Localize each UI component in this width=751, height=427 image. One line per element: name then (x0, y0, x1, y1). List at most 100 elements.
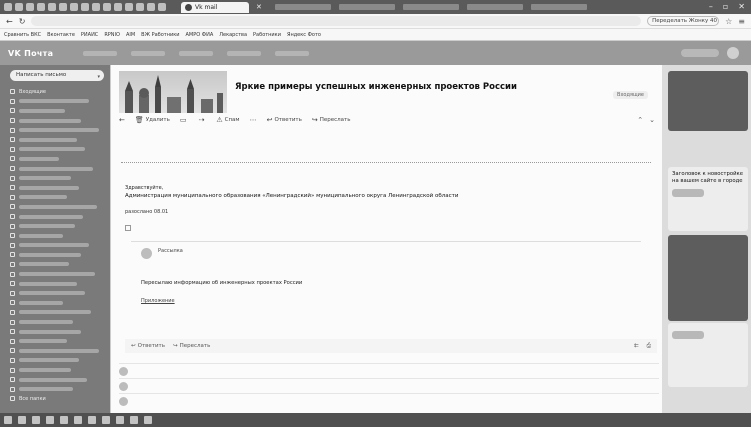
sidebar-folder[interactable] (0, 202, 110, 212)
sidebar-folder[interactable] (0, 260, 110, 270)
bookmark[interactable]: Вконтакте (47, 32, 75, 38)
chevron-up-icon[interactable]: ⌃ (637, 116, 643, 124)
move-button[interactable]: ⇢ (198, 116, 206, 124)
window-icon[interactable] (4, 3, 12, 11)
ad-button[interactable] (672, 331, 704, 339)
taskbar-app-icon[interactable] (88, 416, 96, 424)
active-tab[interactable]: Vk mail (181, 1, 249, 13)
close-tab-icon[interactable]: ✕ (256, 3, 262, 11)
menu-icon[interactable]: ≡ (738, 17, 745, 26)
bookmark[interactable]: Работники (253, 32, 281, 38)
extension-icon[interactable] (26, 3, 34, 11)
sidebar-folder[interactable] (0, 269, 110, 279)
taskbar-app-icon[interactable] (46, 416, 54, 424)
tab[interactable] (402, 4, 459, 10)
sidebar-folder[interactable] (0, 154, 110, 164)
start-icon[interactable] (4, 416, 12, 424)
sidebar-folder[interactable] (0, 135, 110, 145)
tab[interactable] (530, 4, 587, 10)
tab-list-icon[interactable] (15, 3, 23, 11)
sidebar-folder[interactable]: Входящие (0, 87, 110, 97)
thread-row[interactable] (119, 393, 659, 408)
thread-row[interactable] (119, 363, 659, 378)
forward-button[interactable]: ↪ Переслать (312, 116, 351, 124)
delete-button[interactable]: 🗑 Удалить (135, 116, 170, 124)
sidebar-folder[interactable] (0, 317, 110, 327)
ad-card[interactable] (668, 323, 748, 387)
sidebar-folder[interactable] (0, 212, 110, 222)
tab[interactable] (274, 4, 331, 10)
taskbar-app-icon[interactable] (60, 416, 68, 424)
reply-all-button[interactable]: ⇇ (634, 343, 639, 350)
sidebar-folder[interactable] (0, 250, 110, 260)
sidebar-folder[interactable] (0, 97, 110, 107)
chevron-down-icon[interactable]: ⌄ (649, 116, 655, 124)
sidebar-folder[interactable] (0, 327, 110, 337)
sidebar-folder[interactable]: Все папки (0, 394, 110, 404)
header-link[interactable] (131, 50, 166, 56)
bookmark[interactable]: ВЖ Работники (141, 32, 179, 38)
header-link[interactable] (227, 50, 262, 56)
bookmark[interactable]: Яндекс Фото (287, 32, 321, 38)
taskbar-app-icon[interactable] (74, 416, 82, 424)
spam-button[interactable]: ⚠ Спам (216, 116, 239, 124)
sidebar-folder[interactable] (0, 336, 110, 346)
compose-dropdown-icon[interactable]: ▾ (97, 72, 100, 83)
reload-icon[interactable]: ↻ (19, 17, 26, 26)
sidebar-folder[interactable] (0, 183, 110, 193)
reply-button[interactable]: ↩ Ответить (267, 116, 302, 124)
sidebar-folder[interactable] (0, 279, 110, 289)
back-button[interactable]: ← (119, 116, 125, 124)
sidebar-folder[interactable] (0, 106, 110, 116)
extension-icon[interactable] (81, 3, 89, 11)
thread-row[interactable] (119, 378, 659, 393)
sidebar-folder[interactable] (0, 173, 110, 183)
taskbar-app-icon[interactable] (18, 416, 26, 424)
extension-icon[interactable] (147, 3, 155, 11)
bookmark[interactable]: Лекарства (219, 32, 247, 38)
star-icon[interactable]: ☆ (725, 17, 732, 26)
extension-icon[interactable] (59, 3, 67, 11)
close-window-icon[interactable]: ✕ (738, 2, 745, 11)
quick-forward-button[interactable]: ↪ Переслать (173, 343, 210, 349)
sidebar-folder[interactable] (0, 375, 110, 385)
message-link[interactable]: Приложение (141, 298, 175, 304)
sidebar-folder[interactable] (0, 125, 110, 135)
sidebar-folder[interactable] (0, 346, 110, 356)
bookmark[interactable]: AIM (126, 32, 135, 38)
extension-icon[interactable] (136, 3, 144, 11)
ad-card[interactable]: Заголовок к новостройке на вашем сайте в… (668, 167, 748, 231)
sidebar-folder[interactable] (0, 241, 110, 251)
sidebar-folder[interactable] (0, 356, 110, 366)
folder-badge[interactable]: Входящие (613, 91, 648, 99)
taskbar-app-icon[interactable] (102, 416, 110, 424)
extension-icon[interactable] (37, 3, 45, 11)
extension-icon[interactable] (92, 3, 100, 11)
taskbar-app-icon[interactable] (32, 416, 40, 424)
extension-icon[interactable] (125, 3, 133, 11)
back-icon[interactable]: ← (6, 17, 13, 26)
header-link[interactable] (275, 50, 310, 56)
quick-reply-button[interactable]: ↩ Ответить (131, 343, 165, 349)
account-name[interactable] (681, 49, 719, 57)
sidebar-folder[interactable] (0, 164, 110, 174)
bookmark[interactable]: РИАИС (81, 32, 98, 38)
mail-logo[interactable]: VK Почта (8, 49, 53, 58)
avatar[interactable] (727, 47, 739, 59)
extension-icon[interactable] (70, 3, 78, 11)
maximize-icon[interactable]: ▫ (723, 2, 728, 11)
tab[interactable] (466, 4, 523, 10)
attachment-icon[interactable] (125, 225, 131, 231)
extension-icon[interactable] (158, 3, 166, 11)
sidebar-folder[interactable] (0, 308, 110, 318)
extension-icon[interactable] (114, 3, 122, 11)
taskbar-app-icon[interactable] (130, 416, 138, 424)
bookmark[interactable]: АМРО ФИА (186, 32, 214, 38)
search-input[interactable]: Переделать Жонку 40 (647, 16, 720, 26)
sidebar-folder[interactable] (0, 384, 110, 394)
header-link[interactable] (83, 50, 118, 56)
extension-icon[interactable] (48, 3, 56, 11)
sidebar-folder[interactable] (0, 365, 110, 375)
compose-button[interactable]: Написать письмо ▾ (10, 70, 104, 81)
archive-button[interactable]: ▭ (180, 116, 189, 124)
